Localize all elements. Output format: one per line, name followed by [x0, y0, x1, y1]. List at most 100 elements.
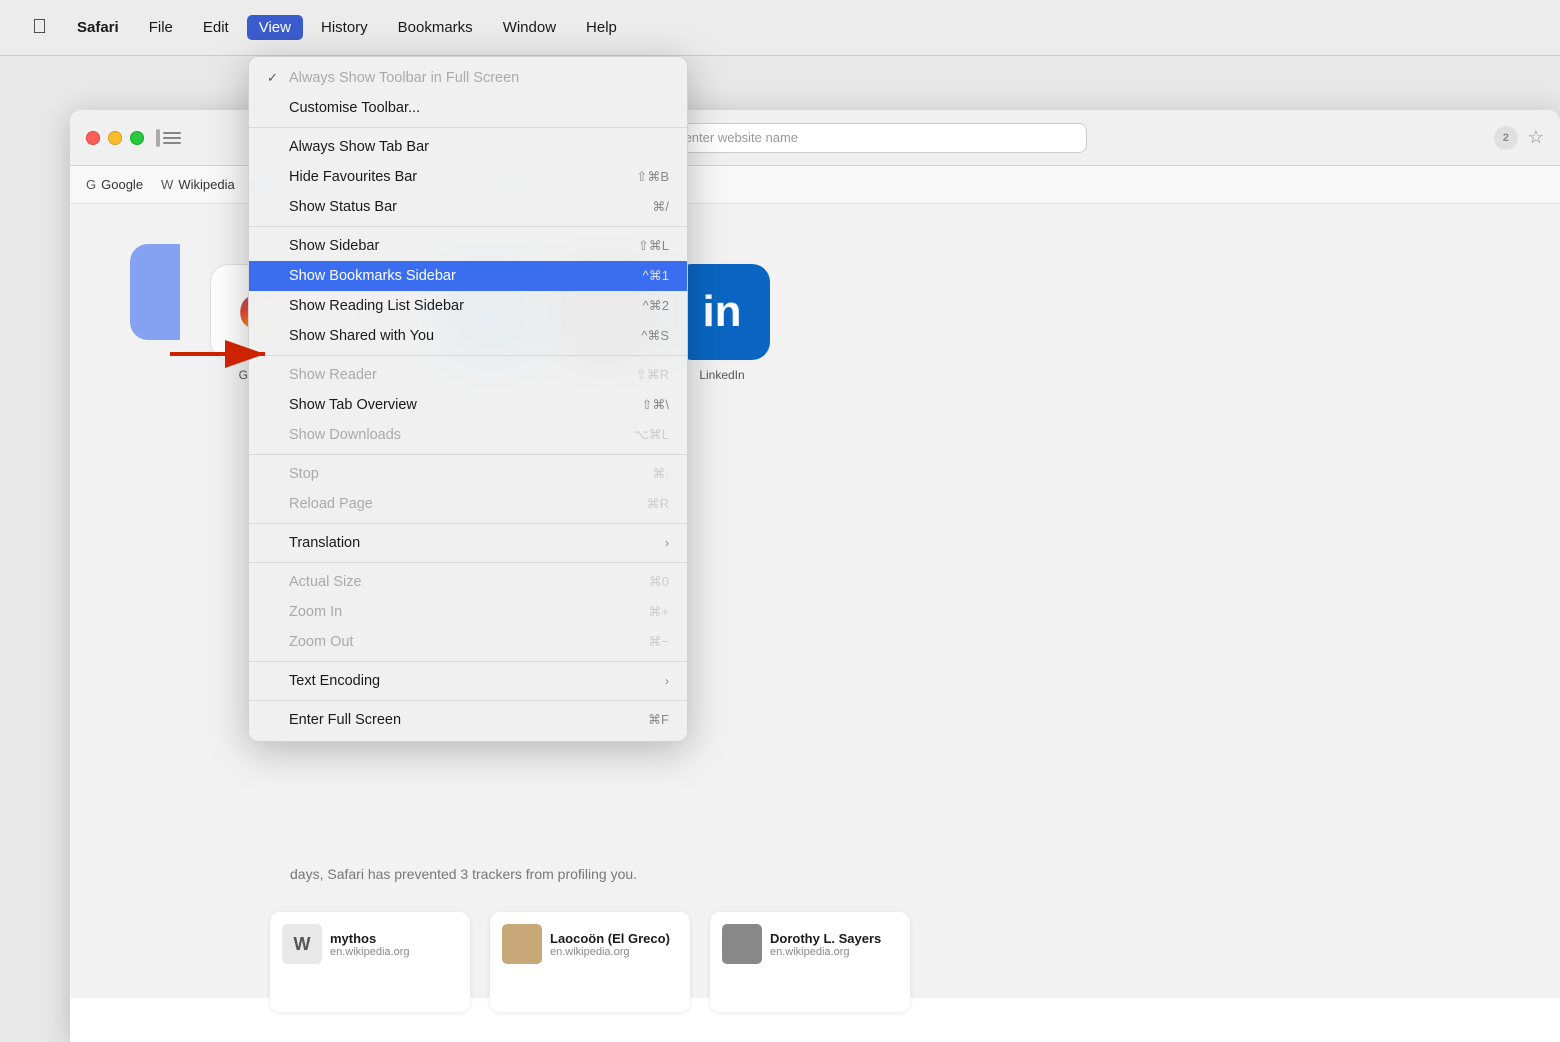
- bookmark-icon[interactable]: ☆: [1528, 127, 1544, 148]
- apple-menu[interactable]: : [20, 12, 59, 43]
- shortcut-show-tab-overview: ⇧⌘\: [641, 397, 669, 413]
- minimize-button[interactable]: [108, 131, 122, 145]
- menu-label-always-show-tab-bar: Always Show Tab Bar: [289, 139, 429, 155]
- menu-label-show-status-bar: Show Status Bar: [289, 199, 397, 215]
- wiki-card-sayers-url: en.wikipedia.org: [770, 946, 881, 958]
- checkmark-icon: ✓: [267, 70, 283, 86]
- wiki-card-mythos[interactable]: W mythos en.wikipedia.org: [270, 912, 470, 1012]
- wiki-card-mythos-title: mythos: [330, 931, 410, 946]
- shortcut-show-sidebar: ⇧⌘L: [638, 238, 669, 254]
- bottom-cards: W mythos en.wikipedia.org Laocoön (El Gr…: [270, 912, 910, 1012]
- menu-show-tab-overview[interactable]: Show Tab Overview ⇧⌘\: [249, 390, 687, 420]
- maximize-button[interactable]: [130, 131, 144, 145]
- shortcut-actual-size: ⌘0: [649, 574, 669, 590]
- shortcut-show-downloads: ⌥⌘L: [634, 427, 669, 443]
- menu-show-sidebar[interactable]: Show Sidebar ⇧⌘L: [249, 231, 687, 261]
- partial-site-icon: [130, 244, 180, 958]
- menu-zoom-out[interactable]: Zoom Out ⌘−: [249, 627, 687, 657]
- wiki-card-mythos-url: en.wikipedia.org: [330, 946, 410, 958]
- close-button[interactable]: [86, 131, 100, 145]
- wiki-card-laocoon[interactable]: Laocoön (El Greco) en.wikipedia.org: [490, 912, 690, 1012]
- shortcut-zoom-out: ⌘−: [648, 634, 669, 650]
- edit-menu[interactable]: Edit: [191, 15, 241, 40]
- bookmarks-menu[interactable]: Bookmarks: [386, 15, 485, 40]
- shortcut-show-shared: ^⌘S: [641, 328, 669, 344]
- menu-hide-favourites-bar[interactable]: Hide Favourites Bar ⇧⌘B: [249, 162, 687, 192]
- share-count-badge: 2: [1494, 126, 1518, 150]
- menu-label-show-sidebar: Show Sidebar: [289, 238, 379, 254]
- menu-label-show-bookmarks-sidebar: Show Bookmarks Sidebar: [289, 268, 456, 284]
- menu-sep-3: [249, 355, 687, 356]
- menu-label-show-downloads: Show Downloads: [289, 427, 401, 443]
- shortcut-enter-full-screen: ⌘F: [648, 712, 669, 728]
- linkedin-icon: in: [674, 264, 770, 360]
- fav-google-label: Google: [101, 177, 143, 192]
- menu-always-show-tab-bar[interactable]: Always Show Tab Bar: [249, 132, 687, 162]
- wiki-card-laocoon-image: [502, 924, 542, 964]
- menu-enter-full-screen[interactable]: Enter Full Screen ⌘F: [249, 705, 687, 735]
- menu-translation[interactable]: Translation ›: [249, 528, 687, 558]
- linkedin-letter: in: [702, 287, 741, 337]
- shortcut-hide-favourites-bar: ⇧⌘B: [636, 169, 669, 185]
- menu-label-show-shared: Show Shared with You: [289, 328, 434, 344]
- menu-label-show-reader: Show Reader: [289, 367, 377, 383]
- view-dropdown-menu: ✓ Always Show Toolbar in Full Screen Cus…: [248, 56, 688, 742]
- linkedin-label: LinkedIn: [699, 368, 744, 382]
- help-menu[interactable]: Help: [574, 15, 629, 40]
- menu-sep-2: [249, 226, 687, 227]
- wiki-card-mythos-icon: W: [282, 924, 322, 964]
- menu-text-encoding[interactable]: Text Encoding ›: [249, 666, 687, 696]
- wiki-card-sayers-image: [722, 924, 762, 964]
- traffic-lights: [86, 131, 144, 145]
- menu-always-show-toolbar[interactable]: ✓ Always Show Toolbar in Full Screen: [249, 63, 687, 93]
- menu-label-show-tab-overview: Show Tab Overview: [289, 397, 417, 413]
- wiki-card-laocoon-url: en.wikipedia.org: [550, 946, 670, 958]
- shortcut-show-reader: ⇧⌘R: [636, 367, 669, 383]
- menu-label-stop: Stop: [289, 466, 319, 482]
- shortcut-show-reading-list: ^⌘2: [643, 298, 669, 314]
- menu-show-status-bar[interactable]: Show Status Bar ⌘/: [249, 192, 687, 222]
- sidebar-toggle[interactable]: [156, 127, 181, 149]
- translation-submenu-icon: ›: [665, 536, 669, 550]
- menu-actual-size[interactable]: Actual Size ⌘0: [249, 567, 687, 597]
- menu-show-bookmarks-sidebar[interactable]: Show Bookmarks Sidebar ^⌘1: [249, 261, 687, 291]
- menu-zoom-in[interactable]: Zoom In ⌘+: [249, 597, 687, 627]
- menu-label-customise-toolbar: Customise Toolbar...: [289, 100, 420, 116]
- menu-reload-page[interactable]: Reload Page ⌘R: [249, 489, 687, 519]
- menu-sep-5: [249, 523, 687, 524]
- addressbar-actions: 2 ☆: [1494, 126, 1544, 150]
- safari-menu[interactable]: Safari: [65, 15, 131, 40]
- menu-label-reload-page: Reload Page: [289, 496, 373, 512]
- menu-label-text-encoding: Text Encoding: [289, 673, 380, 689]
- menu-show-reading-list[interactable]: Show Reading List Sidebar ^⌘2: [249, 291, 687, 321]
- menu-label-enter-full-screen: Enter Full Screen: [289, 712, 401, 728]
- window-menu[interactable]: Window: [491, 15, 568, 40]
- menu-label-always-show-toolbar: Always Show Toolbar in Full Screen: [289, 70, 519, 86]
- shortcut-show-status-bar: ⌘/: [652, 199, 669, 215]
- menu-label-hide-favourites-bar: Hide Favourites Bar: [289, 169, 417, 185]
- wiki-card-laocoon-title: Laocoön (El Greco): [550, 931, 670, 946]
- menu-stop[interactable]: Stop ⌘.: [249, 459, 687, 489]
- menu-label-zoom-in: Zoom In: [289, 604, 342, 620]
- menu-label-zoom-out: Zoom Out: [289, 634, 353, 650]
- menubar:  Safari File Edit View History Bookmark…: [0, 0, 1560, 56]
- wiki-card-sayers-title: Dorothy L. Sayers: [770, 931, 881, 946]
- menu-label-show-reading-list: Show Reading List Sidebar: [289, 298, 464, 314]
- shortcut-stop: ⌘.: [652, 466, 669, 482]
- privacy-note: days, Safari has prevented 3 trackers fr…: [290, 866, 637, 882]
- site-linkedin[interactable]: in LinkedIn: [674, 264, 770, 382]
- menu-show-reader[interactable]: Show Reader ⇧⌘R: [249, 360, 687, 390]
- menu-sep-4: [249, 454, 687, 455]
- menu-show-shared[interactable]: Show Shared with You ^⌘S: [249, 321, 687, 351]
- file-menu[interactable]: File: [137, 15, 185, 40]
- menu-label-translation: Translation: [289, 535, 360, 551]
- fav-wikipedia[interactable]: W Wikipedia: [161, 177, 235, 192]
- menu-sep-8: [249, 700, 687, 701]
- shortcut-show-bookmarks-sidebar: ^⌘1: [643, 268, 669, 284]
- view-menu[interactable]: View: [247, 15, 303, 40]
- wiki-card-sayers[interactable]: Dorothy L. Sayers en.wikipedia.org: [710, 912, 910, 1012]
- menu-show-downloads[interactable]: Show Downloads ⌥⌘L: [249, 420, 687, 450]
- menu-customise-toolbar[interactable]: Customise Toolbar...: [249, 93, 687, 123]
- fav-google[interactable]: G Google: [86, 177, 143, 192]
- history-menu[interactable]: History: [309, 15, 380, 40]
